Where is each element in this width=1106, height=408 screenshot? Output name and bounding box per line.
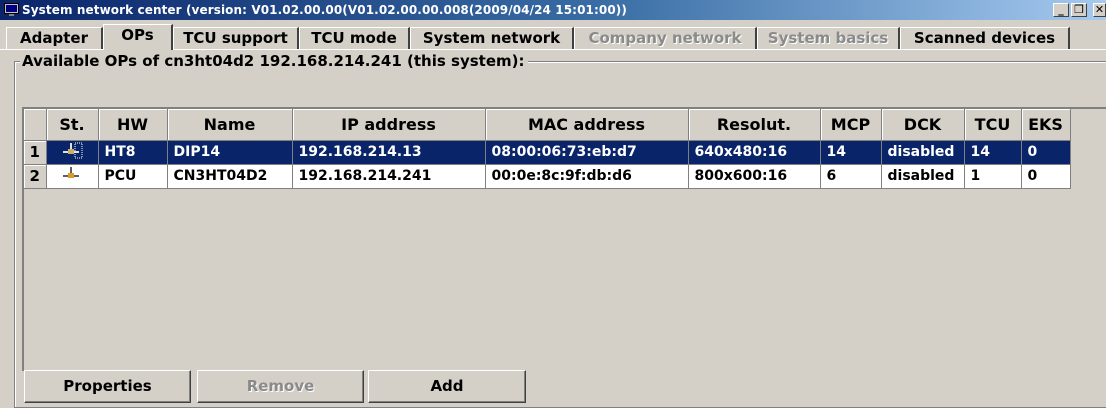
table-header-row: St. HW Name IP address MAC address Resol… <box>24 109 1071 141</box>
tab-system-network[interactable]: System network <box>410 27 574 49</box>
minimize-button[interactable]: _ <box>1053 3 1069 17</box>
column-header-mcp[interactable]: MCP <box>820 109 882 141</box>
cell-hw[interactable]: HT8 <box>98 140 168 165</box>
ops-table[interactable]: St. HW Name IP address MAC address Resol… <box>22 107 1106 371</box>
row-number[interactable]: 2 <box>24 164 47 189</box>
cell-hw[interactable]: PCU <box>98 164 168 189</box>
header-corner <box>24 109 47 141</box>
cell-resolution[interactable]: 640x480:16 <box>688 140 821 165</box>
app-icon <box>4 3 19 16</box>
tab-adapter[interactable]: Adapter <box>6 27 103 49</box>
column-header-hw[interactable]: HW <box>98 109 168 141</box>
column-header-name[interactable]: Name <box>167 109 293 141</box>
window-title: System network center (version: V01.02.0… <box>22 3 627 17</box>
ops-table-grid: St. HW Name IP address MAC address Resol… <box>24 109 1071 189</box>
table-row[interactable]: 2 PCU CN3HT04D2 192.168.214.241 00:0e:8c… <box>24 164 1071 189</box>
column-header-resolution[interactable]: Resolut. <box>688 109 821 141</box>
tab-ops[interactable]: OPs <box>103 24 173 50</box>
add-button[interactable]: Add <box>368 370 526 403</box>
network-node-icon <box>63 167 79 178</box>
tab-tcu-support[interactable]: TCU support <box>173 27 299 49</box>
close-icon: ✕ <box>1094 3 1105 16</box>
restore-button[interactable]: ❒ <box>1071 3 1087 17</box>
tab-system-basics[interactable]: System basics <box>757 27 900 49</box>
title-bar[interactable]: System network center (version: V01.02.0… <box>0 0 1106 20</box>
minimize-icon: _ <box>1058 3 1064 16</box>
cell-eks[interactable]: 0 <box>1021 164 1071 189</box>
cell-mac-address[interactable]: 08:00:06:73:eb:d7 <box>485 140 689 165</box>
column-header-eks[interactable]: EKS <box>1021 109 1071 141</box>
column-header-ip-address[interactable]: IP address <box>292 109 486 141</box>
table-row[interactable]: 1 HT8 DIP14 192.168.214.13 08:00:06:73:e… <box>24 140 1071 165</box>
column-header-tcu[interactable]: TCU <box>964 109 1022 141</box>
status-cell[interactable] <box>46 164 99 189</box>
column-header-mac-address[interactable]: MAC address <box>485 109 689 141</box>
cell-dck[interactable]: disabled <box>881 140 965 165</box>
tab-tcu-mode[interactable]: TCU mode <box>299 27 410 49</box>
properties-button[interactable]: Properties <box>24 370 191 403</box>
column-header-status[interactable]: St. <box>46 109 99 141</box>
network-node-icon <box>63 142 83 159</box>
cell-ip-address[interactable]: 192.168.214.13 <box>292 140 486 165</box>
close-button[interactable]: ✕ <box>1093 3 1106 17</box>
cell-name[interactable]: DIP14 <box>167 140 293 165</box>
cell-mcp[interactable]: 6 <box>820 164 882 189</box>
cell-resolution[interactable]: 800x600:16 <box>688 164 821 189</box>
cell-mcp[interactable]: 14 <box>820 140 882 165</box>
group-title: Available OPs of cn3ht04d2 192.168.214.2… <box>20 53 528 70</box>
remove-button[interactable]: Remove <box>197 370 364 403</box>
cell-eks[interactable]: 0 <box>1021 140 1071 165</box>
cell-mac-address[interactable]: 00:0e:8c:9f:db:d6 <box>485 164 689 189</box>
tab-scanned-devices[interactable]: Scanned devices <box>900 27 1070 49</box>
cell-tcu[interactable]: 1 <box>964 164 1022 189</box>
restore-icon: ❒ <box>1074 3 1084 16</box>
cell-ip-address[interactable]: 192.168.214.241 <box>292 164 486 189</box>
tab-company-network[interactable]: Company network <box>574 27 757 49</box>
cell-dck[interactable]: disabled <box>881 164 965 189</box>
cell-name[interactable]: CN3HT04D2 <box>167 164 293 189</box>
column-header-dck[interactable]: DCK <box>881 109 965 141</box>
row-number[interactable]: 1 <box>24 140 47 165</box>
cell-tcu[interactable]: 14 <box>964 140 1022 165</box>
status-cell[interactable] <box>46 140 99 165</box>
